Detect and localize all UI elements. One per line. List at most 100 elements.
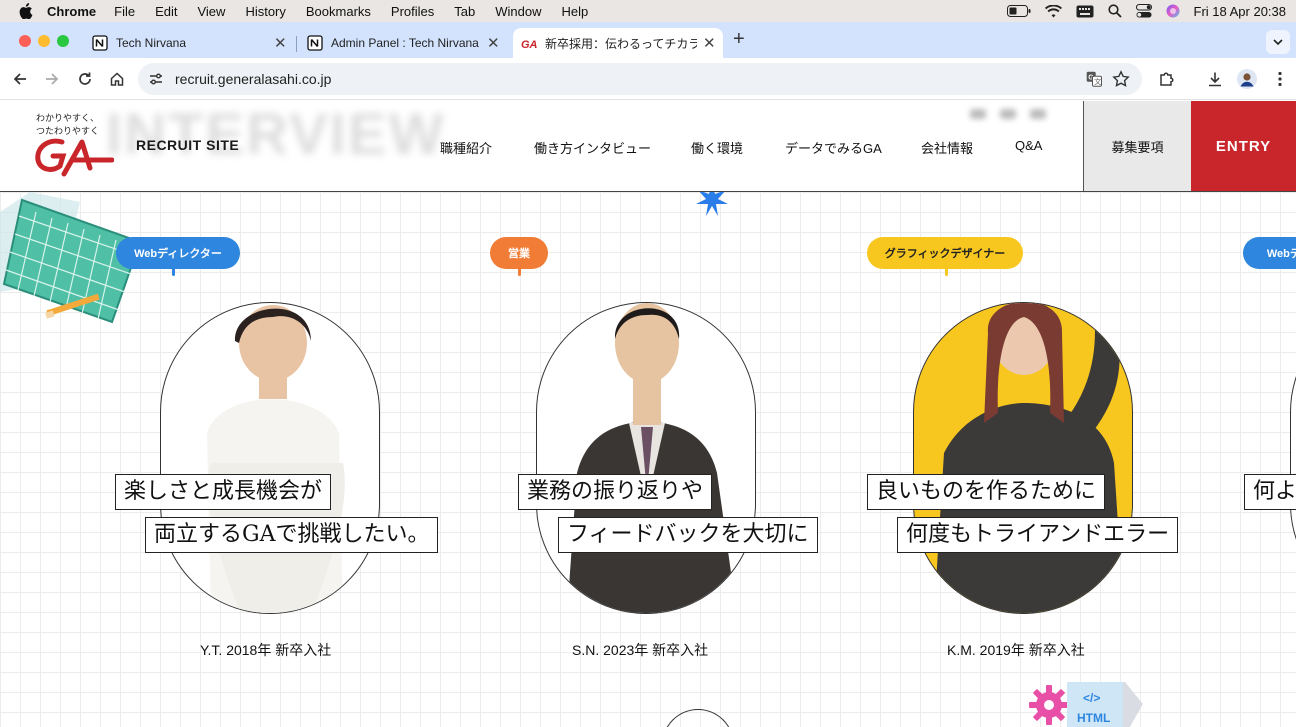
siri-icon[interactable] — [1166, 4, 1180, 18]
reload-button[interactable] — [75, 69, 95, 89]
chrome-menu-button[interactable] — [1270, 69, 1290, 89]
interviewee-caption: Y.T. 2018年 新卒入社 — [200, 642, 332, 658]
translate-icon[interactable]: G文 — [1086, 71, 1102, 87]
forward-button[interactable] — [42, 69, 62, 89]
interview-carousel: Webディレクター 楽しさと成長機会が 両立するGAで挑戦したい。 Y.T. 2… — [0, 192, 1296, 727]
wifi-icon[interactable] — [1044, 4, 1062, 18]
menubar-clock[interactable]: Fri 18 Apr 20:38 — [1194, 4, 1287, 19]
window-close-button[interactable] — [19, 35, 31, 47]
html-badge-illustration: </> HTML — [1067, 680, 1147, 727]
role-label: グラフィックデザイナー — [884, 248, 1006, 260]
extensions-button[interactable] — [1157, 69, 1177, 89]
svg-text:GA: GA — [521, 39, 537, 51]
quote-line: 何よ — [1244, 474, 1296, 510]
site-info-icon[interactable] — [148, 71, 164, 87]
photo-frame — [536, 302, 756, 614]
interview-card[interactable]: グラフィックデザイナー 良いものを作るために 何度もトライアンドエラー K.M.… — [833, 192, 1213, 672]
site-header: INTERVIEW わかりやすく、 つたわりやすく RECRUIT SITE 職… — [0, 101, 1296, 192]
bookmark-star-icon[interactable] — [1112, 70, 1130, 88]
menu-help[interactable]: Help — [562, 4, 589, 19]
ghost-heading: INTERVIEW — [106, 102, 446, 167]
control-center-icon[interactable] — [1135, 4, 1152, 18]
photo-frame — [1290, 302, 1296, 614]
entry-button[interactable]: ENTRY — [1191, 101, 1296, 191]
html-badge-text: HTML — [1077, 711, 1110, 725]
role-tag: Webディ — [1243, 237, 1296, 269]
tab-title: Tech Nirvana — [116, 36, 187, 50]
nav-data-ga[interactable]: データでみるGA — [785, 138, 882, 157]
menu-app-name[interactable]: Chrome — [47, 4, 96, 19]
nav-work-interview[interactable]: 働き方インタビュー — [534, 138, 651, 157]
address-bar[interactable]: recruit.generalasahi.co.jp G文 — [138, 63, 1142, 95]
quote-line: フィードバックを大切に — [558, 517, 818, 553]
quote-line: 良いものを作るために — [867, 474, 1106, 510]
apple-menu-icon[interactable] — [19, 3, 33, 19]
window-zoom-button[interactable] — [57, 35, 69, 47]
interview-card[interactable]: Webディレクター 楽しさと成長機会が 両立するGAで挑戦したい。 Y.T. 2… — [80, 192, 460, 672]
interview-card[interactable]: 営業 業務の振り返りや フィードバックを大切に S.N. 2023年 新卒入社 — [456, 192, 836, 672]
home-button[interactable] — [107, 69, 127, 89]
battery-icon[interactable] — [1006, 5, 1031, 17]
tab-ga-recruit[interactable]: GA 新卒採用：伝わるってチカラだ ✕ — [513, 28, 723, 58]
menu-tab[interactable]: Tab — [454, 4, 475, 19]
tab-tech-nirvana[interactable]: Tech Nirvana ✕ — [84, 28, 296, 58]
role-label: Webディ — [1266, 248, 1296, 260]
close-tab-icon[interactable]: ✕ — [487, 34, 500, 52]
role-tag: グラフィックデザイナー — [867, 237, 1023, 276]
menu-history[interactable]: History — [245, 4, 285, 19]
download-icon — [1209, 72, 1221, 87]
gear-icon — [1029, 685, 1069, 725]
tab-search-button[interactable] — [1266, 30, 1290, 54]
search-icon[interactable] — [1107, 4, 1122, 18]
window-minimize-button[interactable] — [38, 35, 50, 47]
role-label: Webディレクター — [134, 248, 222, 260]
interview-card[interactable]: Webディ 何よ — [1210, 192, 1296, 672]
person-photo — [934, 303, 1124, 613]
quote-line: 楽しさと成長機会が — [115, 474, 332, 510]
nav-company-info[interactable]: 会社情報 — [921, 138, 973, 157]
ga-logo[interactable] — [34, 136, 114, 178]
menu-file[interactable]: File — [114, 4, 135, 19]
person-photo — [567, 303, 737, 613]
requirements-button[interactable]: 募集要項 — [1083, 101, 1191, 191]
photo-frame — [160, 302, 380, 614]
tab-admin-panel[interactable]: Admin Panel : Tech Nirvana ✕ — [299, 28, 511, 58]
nav-job-types[interactable]: 職種紹介 — [440, 138, 492, 157]
nav-qa[interactable]: Q&A — [1015, 138, 1042, 153]
avatar — [1237, 69, 1257, 89]
ghost-decoration — [970, 109, 1046, 119]
scroll-indicator[interactable] — [662, 709, 734, 727]
tab-title: 新卒採用：伝わるってチカラだ — [545, 36, 697, 51]
tagline-line1: わかりやすく、 — [36, 113, 100, 123]
downloads-button[interactable] — [1205, 69, 1225, 89]
notion-icon — [92, 35, 108, 51]
back-button[interactable] — [10, 69, 30, 89]
nav-work-environment[interactable]: 働く環境 — [691, 138, 743, 157]
puzzle-icon — [1160, 72, 1174, 86]
logo-tagline: わかりやすく、 つたわりやすく — [36, 112, 99, 138]
recruit-site-label[interactable]: RECRUIT SITE — [136, 137, 239, 153]
quote-line: 両立するGAで挑戦したい。 — [145, 517, 439, 553]
quote-line: 何度もトライアンドエラー — [897, 517, 1179, 553]
close-tab-icon[interactable]: ✕ — [274, 34, 287, 52]
menu-window[interactable]: Window — [495, 4, 541, 19]
menu-view[interactable]: View — [197, 4, 225, 19]
close-tab-icon[interactable]: ✕ — [703, 34, 716, 52]
notion-icon — [307, 35, 323, 51]
reload-icon — [79, 72, 91, 85]
role-tag: Webディレクター — [116, 237, 240, 276]
profile-avatar[interactable] — [1237, 69, 1257, 89]
arrow-left-icon — [13, 73, 26, 85]
menu-bookmarks[interactable]: Bookmarks — [306, 4, 371, 19]
tab-title: Admin Panel : Tech Nirvana — [331, 36, 479, 50]
menu-edit[interactable]: Edit — [155, 4, 177, 19]
keyboard-icon[interactable] — [1076, 5, 1094, 18]
html-badge-symbol: </> — [1083, 691, 1100, 705]
tab-separator — [296, 36, 297, 52]
url-text[interactable]: recruit.generalasahi.co.jp — [175, 71, 331, 87]
new-tab-button[interactable]: + — [733, 29, 745, 49]
arrow-right-icon — [46, 73, 59, 85]
more-vertical-icon — [1278, 71, 1282, 87]
menu-profiles[interactable]: Profiles — [391, 4, 434, 19]
interviewee-caption: K.M. 2019年 新卒入社 — [947, 642, 1085, 658]
